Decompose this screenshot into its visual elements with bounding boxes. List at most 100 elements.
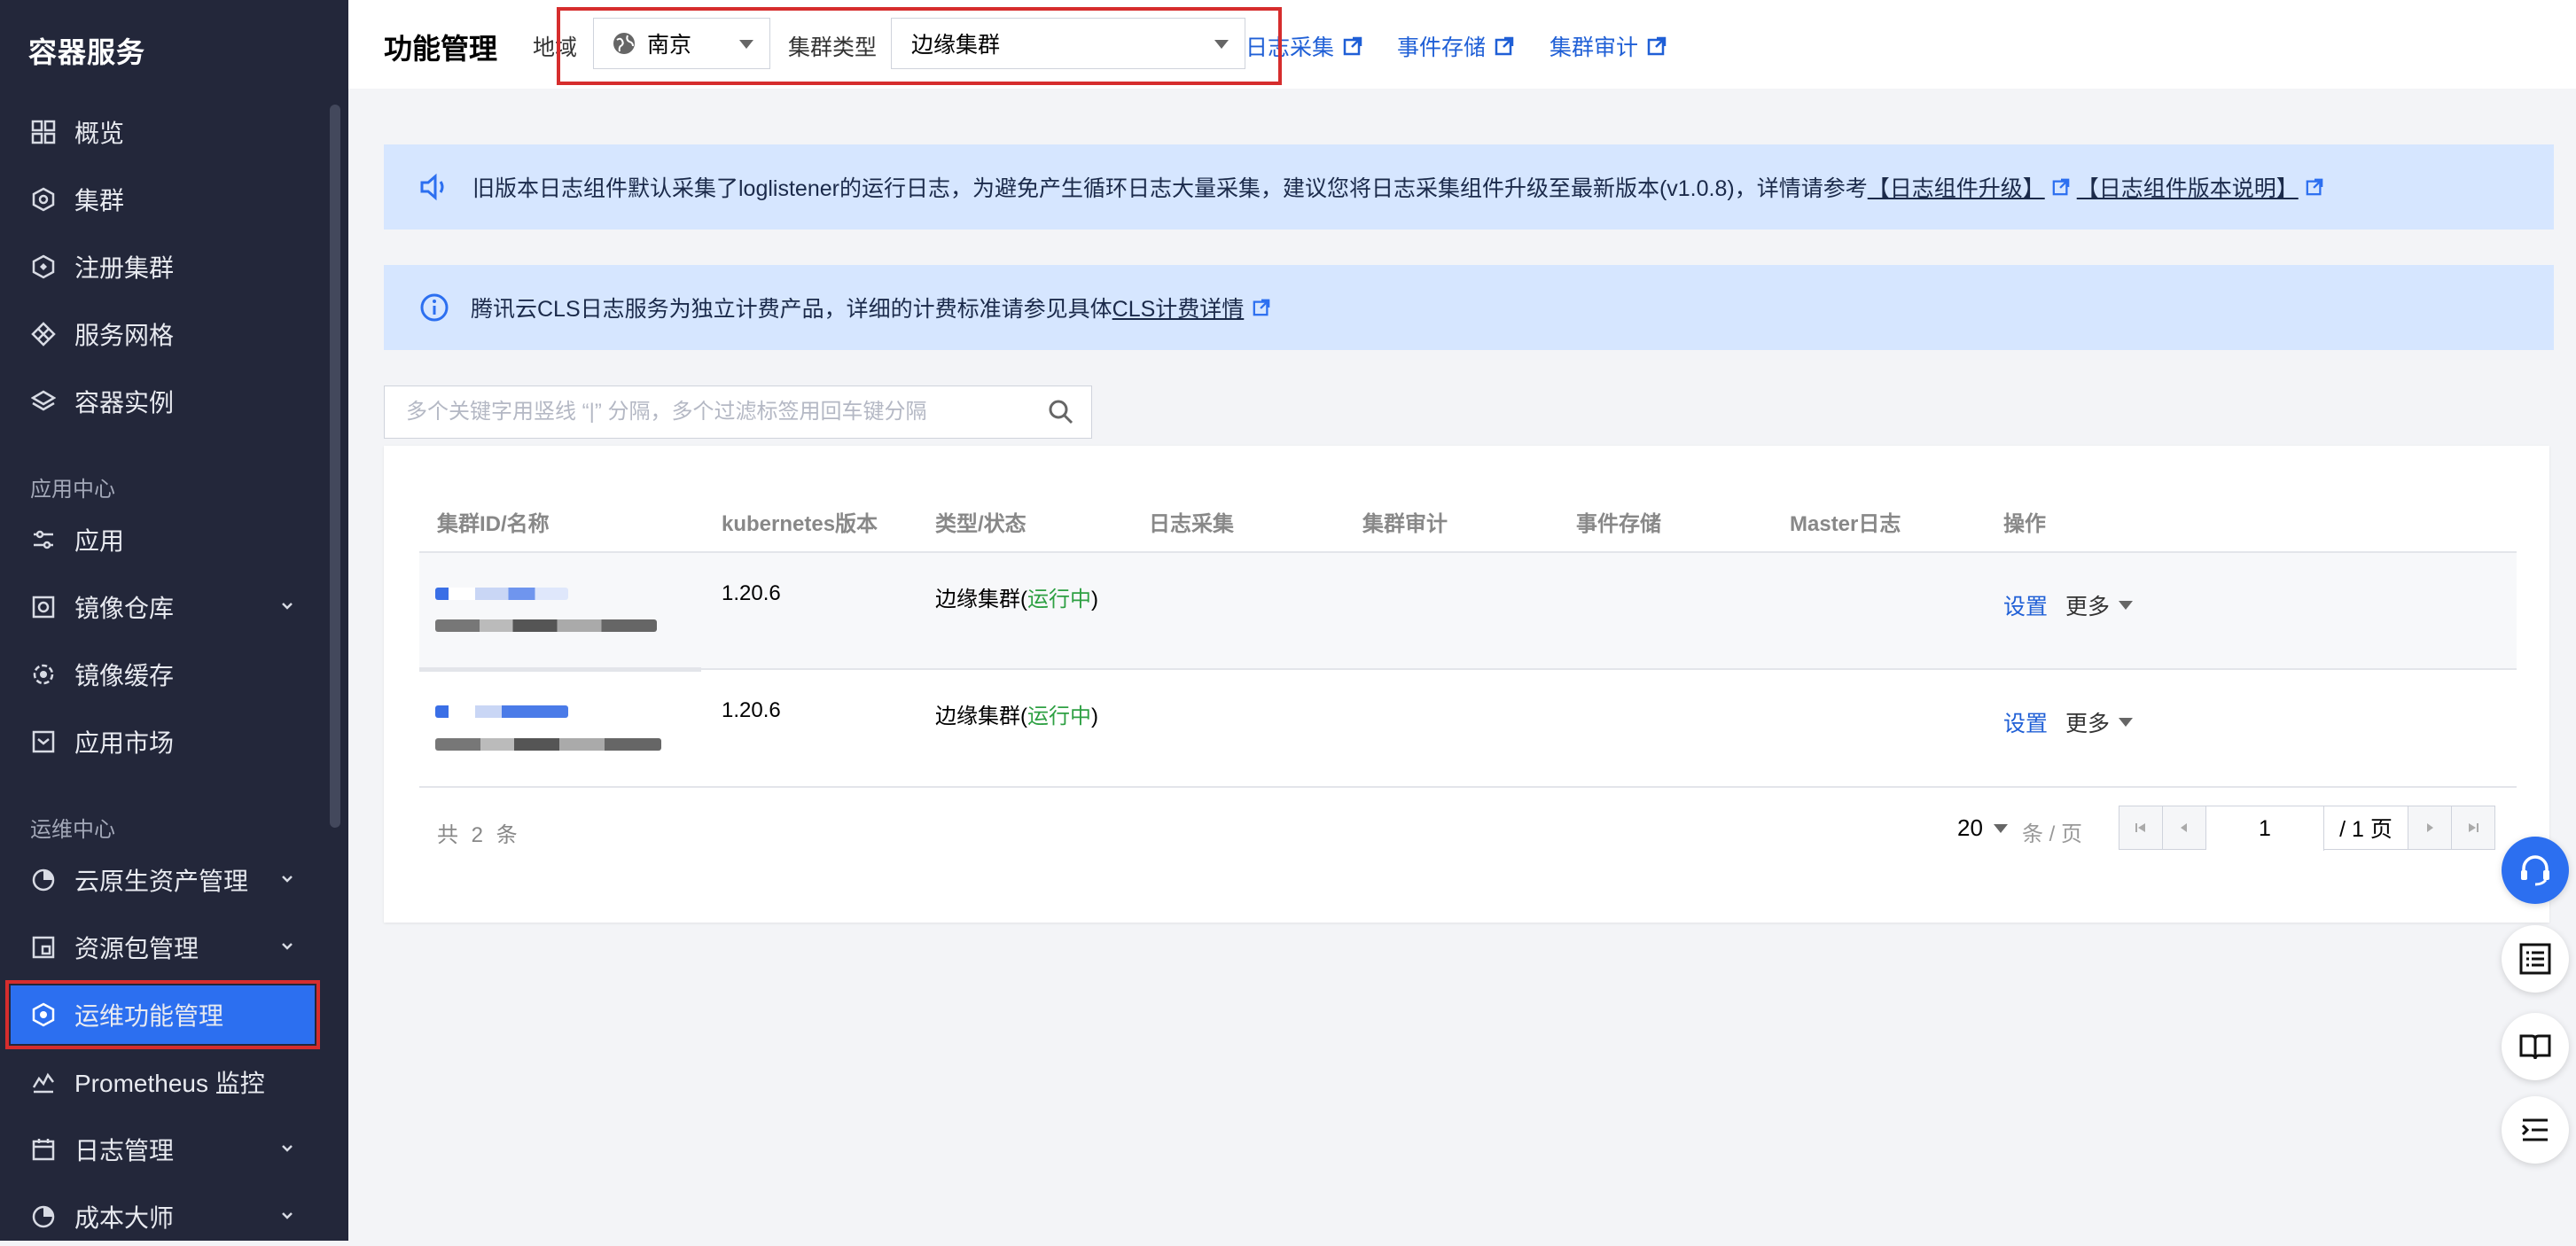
ops-icon: [30, 1001, 57, 1028]
page-title: 功能管理: [384, 33, 498, 65]
chevron-down-icon[interactable]: [278, 597, 296, 615]
sidebar-item-image-registry[interactable]: 镜像仓库: [0, 578, 321, 636]
more-dropdown[interactable]: 更多: [2065, 706, 2134, 738]
mesh-icon: [30, 321, 57, 347]
section-ops-center: 运维中心: [30, 818, 115, 842]
sidebar-item-service-mesh[interactable]: 服务网格: [0, 305, 321, 363]
sidebar-item-label: 运维功能管理: [74, 1002, 224, 1030]
sidebar-item-label: 应用: [74, 527, 125, 555]
sidebar-item-app-market[interactable]: 应用市场: [0, 713, 321, 771]
caret-down-icon: [2119, 718, 2134, 727]
notice-log-text: 旧版本日志组件默认采集了loglistener的运行日志，为避免产生循环日志大量…: [472, 176, 1868, 201]
sidebar-item-resource-package[interactable]: 资源包管理: [0, 918, 321, 977]
layers-icon: [30, 388, 57, 415]
link-cluster-audit[interactable]: 集群审计: [1550, 30, 1667, 62]
paren-close: ): [1091, 705, 1098, 728]
col-log-collection: 日志采集: [1149, 512, 1234, 536]
sidebar-item-cloud-native-assets[interactable]: 云原生资产管理: [0, 851, 321, 909]
sidebar: 容器服务 概览 集群 注册集群 服务网格 容器实例 应用中心 应用 镜像仓库 镜…: [0, 0, 348, 1241]
book-icon: [2519, 1034, 2551, 1060]
package-icon: [30, 934, 57, 961]
sidebar-item-container-instance[interactable]: 容器实例: [0, 372, 321, 431]
sidebar-item-cluster[interactable]: 集群: [0, 170, 321, 229]
register-cluster-icon: [30, 253, 57, 280]
market-icon: [30, 728, 57, 755]
notice-cls-billing: 腾讯云CLS日志服务为独立计费产品，详细的计费标准请参见具体 CLS计费详情: [384, 265, 2554, 350]
external-link-icon: [1647, 36, 1667, 56]
sidebar-item-prometheus[interactable]: Prometheus 监控: [0, 1053, 321, 1111]
section-app-center: 应用中心: [30, 478, 115, 502]
search-box: [384, 385, 1092, 439]
link-event-storage[interactable]: 事件存储: [1397, 30, 1514, 62]
search-icon[interactable]: [1047, 398, 1075, 426]
cluster-type: 边缘集群: [935, 588, 1020, 611]
sidebar-item-label: 镜像仓库: [74, 595, 175, 622]
prev-page-button[interactable]: [2163, 806, 2206, 849]
last-page-icon: [2469, 823, 2478, 832]
chevron-down-icon[interactable]: [278, 1140, 296, 1157]
sidebar-item-label: Prometheus 监控: [74, 1070, 265, 1097]
settings-link[interactable]: 设置: [2003, 706, 2048, 738]
last-page-button[interactable]: [2452, 806, 2494, 849]
paren-close: ): [1091, 588, 1098, 611]
k8s-version: 1.20.6: [722, 698, 781, 722]
app-icon: [30, 526, 57, 553]
link-event-storage-label: 事件存储: [1397, 35, 1487, 60]
sidebar-scrollbar[interactable]: [330, 105, 340, 828]
next-page-icon: [2427, 823, 2433, 832]
info-icon: [420, 293, 449, 322]
list-button[interactable]: [2502, 925, 2569, 993]
notice-cls-text: 腾讯云CLS日志服务为独立计费产品，详细的计费标准请参见具体: [471, 297, 1112, 322]
external-link-icon: [2306, 178, 2323, 196]
status-running: 运行中: [1027, 588, 1091, 611]
link-log-component-upgrade[interactable]: 【日志组件升级】: [1868, 171, 2045, 203]
headset-icon: [2521, 855, 2549, 886]
more-dropdown[interactable]: 更多: [2065, 589, 2134, 621]
settings-link[interactable]: 设置: [2003, 589, 2048, 621]
page-size-value: 20: [1957, 814, 1983, 841]
sidebar-item-register-cluster[interactable]: 注册集群: [0, 238, 321, 296]
chevron-down-icon[interactable]: [278, 938, 296, 955]
page-size-select[interactable]: 20: [1957, 814, 2008, 842]
sidebar-item-label: 概览: [74, 120, 125, 147]
caret-down-icon: [2119, 601, 2134, 610]
link-log-component-version[interactable]: 【日志组件版本说明】: [2077, 171, 2299, 203]
notice-log-component: 旧版本日志组件默认采集了loglistener的运行日志，为避免产生循环日志大量…: [384, 144, 2554, 230]
row-scroll-indicator: [419, 667, 701, 672]
sidebar-item-overview[interactable]: 概览: [0, 103, 321, 161]
sidebar-item-log-management[interactable]: 日志管理: [0, 1120, 321, 1179]
menu-button[interactable]: [2502, 1096, 2569, 1164]
col-k8s-version: kubernetes版本: [722, 512, 878, 536]
cluster-name-masked: [435, 738, 661, 751]
calendar-icon: [30, 1136, 57, 1163]
registry-icon: [30, 594, 57, 620]
sidebar-item-label: 容器实例: [74, 389, 175, 417]
grid-icon: [30, 119, 57, 145]
chevron-down-icon[interactable]: [278, 870, 296, 888]
page-number-input[interactable]: [2206, 806, 2324, 851]
link-cls-billing[interactable]: CLS计费详情: [1112, 292, 1245, 323]
col-event-storage: 事件存储: [1576, 512, 1661, 536]
list-icon: [2519, 943, 2551, 975]
sidebar-item-label: 注册集群: [74, 254, 175, 282]
filter-highlight-box: [557, 7, 1282, 85]
first-page-icon: [2135, 823, 2145, 832]
sidebar-item-label: 集群: [74, 187, 125, 214]
docs-button[interactable]: [2502, 1013, 2569, 1080]
sidebar-item-cost-master[interactable]: 成本大师: [0, 1188, 321, 1246]
first-page-button[interactable]: [2119, 806, 2163, 849]
cluster-id-masked[interactable]: [435, 588, 568, 600]
type-status: 边缘集群(运行中): [935, 581, 1098, 612]
sidebar-item-app[interactable]: 应用: [0, 510, 321, 569]
row-divider: [419, 786, 2517, 788]
cluster-icon: [30, 186, 57, 213]
cluster-id-masked[interactable]: [435, 705, 568, 718]
sidebar-item-image-cache[interactable]: 镜像缓存: [0, 645, 321, 704]
support-button[interactable]: [2502, 837, 2569, 904]
sidebar-item-ops-feature-management[interactable]: 运维功能管理: [5, 980, 320, 1049]
chevron-down-icon[interactable]: [278, 1207, 296, 1225]
total-count: 共 2 条: [437, 823, 521, 847]
sidebar-item-label: 成本大师: [74, 1204, 175, 1232]
search-input[interactable]: [404, 399, 1047, 425]
next-page-button[interactable]: [2408, 806, 2452, 849]
